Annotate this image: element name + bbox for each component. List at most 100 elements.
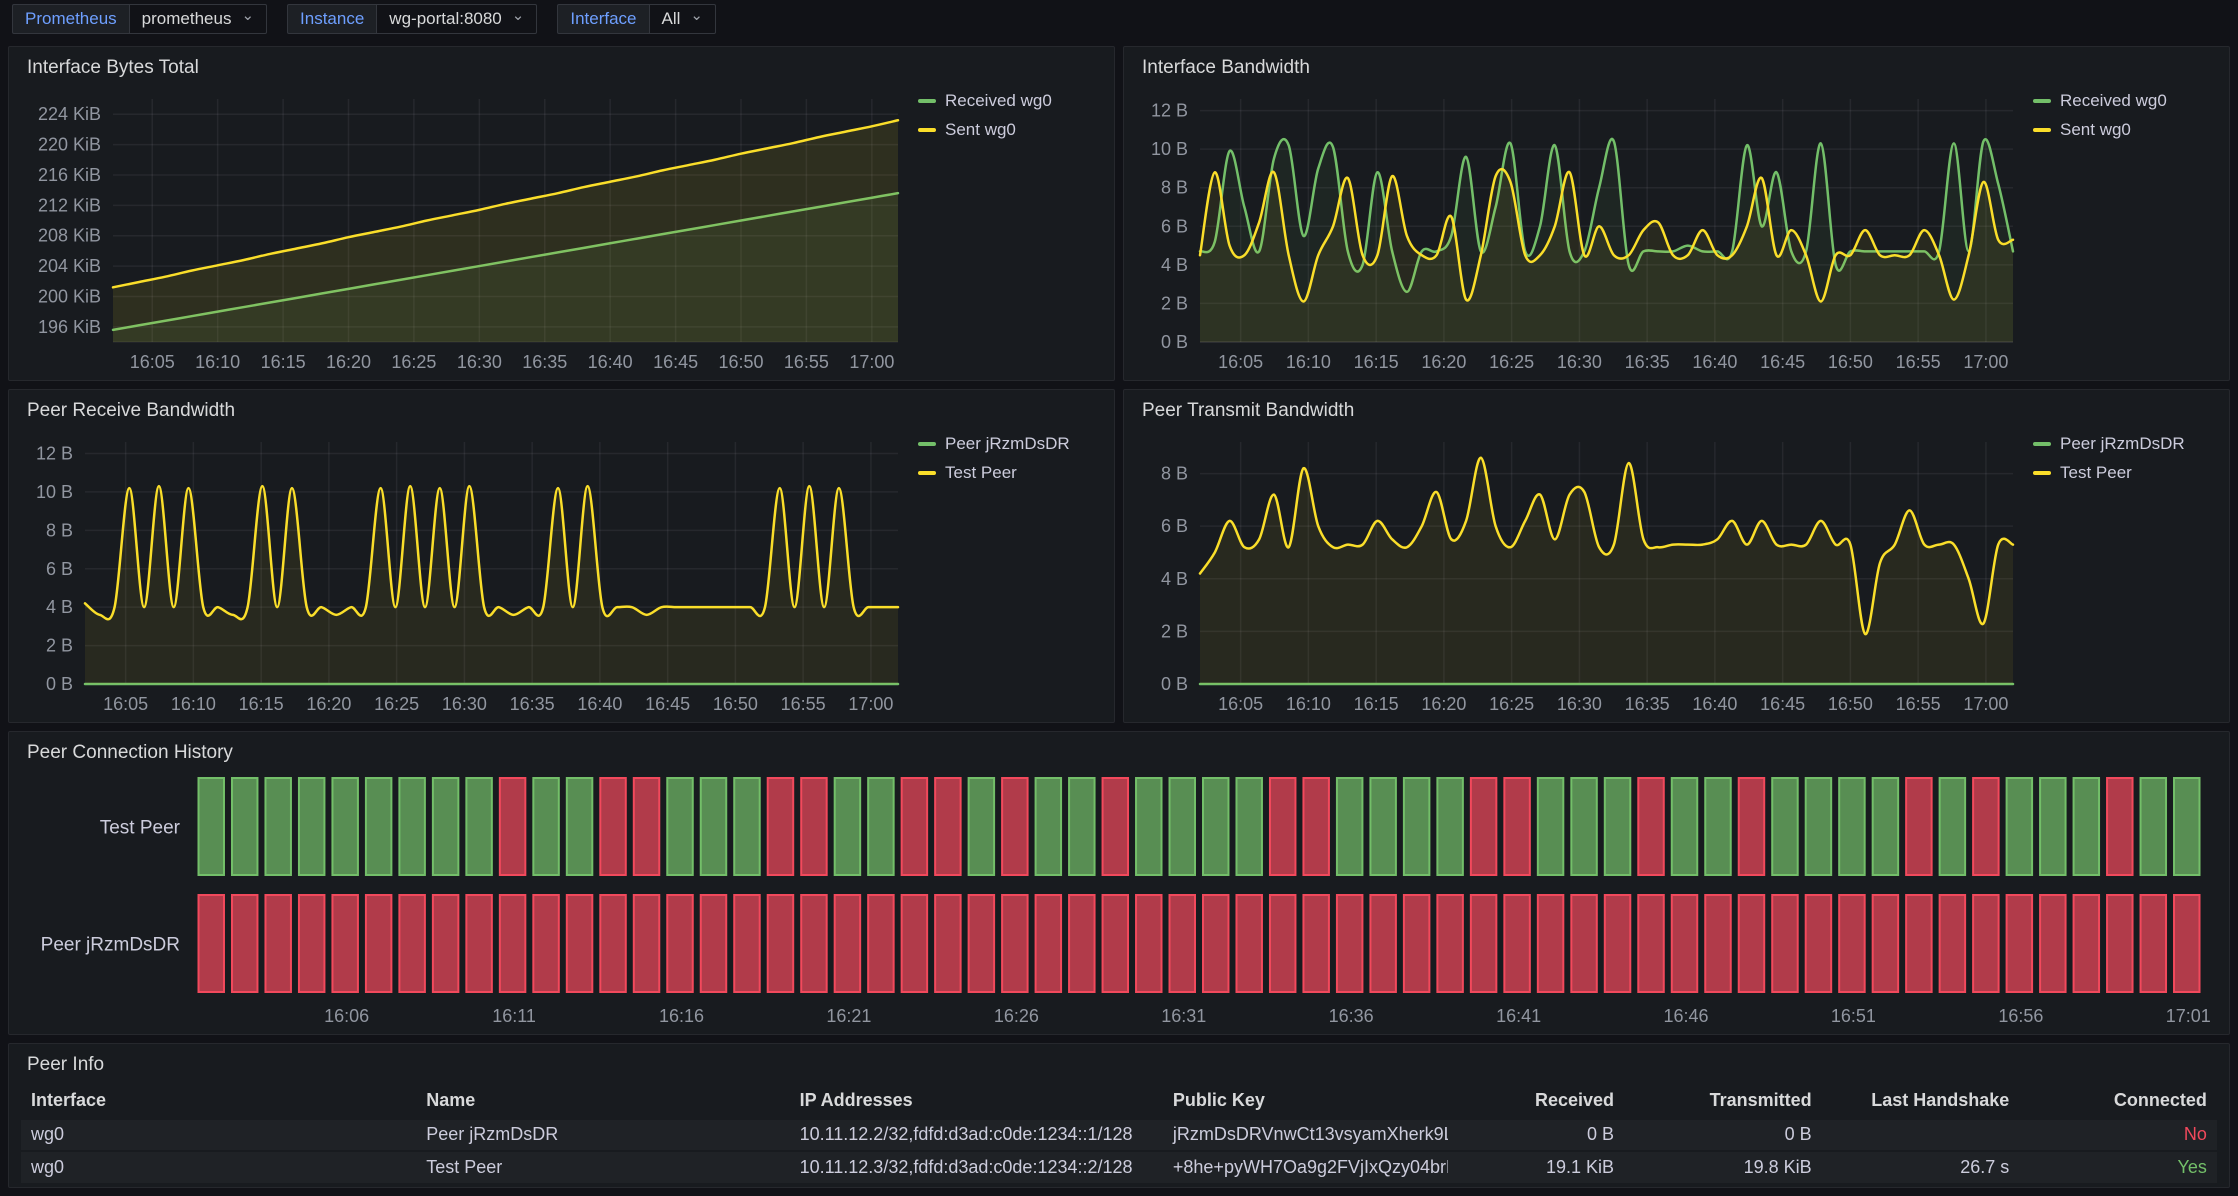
table-cell: jRzmDsDRVnwCt13vsyamXherk9L9RhR <box>1163 1120 1448 1151</box>
svg-text:16:10: 16:10 <box>1286 694 1331 714</box>
legend-swatch <box>918 442 936 446</box>
svg-text:17:00: 17:00 <box>1963 352 2008 372</box>
svg-text:16:05: 16:05 <box>1218 352 1263 372</box>
variable-value: All <box>662 9 681 29</box>
legend-label: Test Peer <box>945 463 1017 483</box>
table-cell: No <box>2019 1120 2217 1151</box>
table-cell: Yes <box>2019 1152 2217 1183</box>
panel-title[interactable]: Peer Transmit Bandwidth <box>1136 398 2217 430</box>
svg-text:4 B: 4 B <box>1161 569 1188 589</box>
svg-text:4 B: 4 B <box>46 597 73 617</box>
svg-text:16:50: 16:50 <box>713 694 758 714</box>
svg-text:16:30: 16:30 <box>1557 694 1602 714</box>
legend-item-test-peer[interactable]: Test Peer <box>918 463 1102 483</box>
panel-title[interactable]: Peer Connection History <box>21 740 2217 772</box>
table-cell: 19.1 KiB <box>1448 1152 1624 1183</box>
svg-text:16:10: 16:10 <box>1286 352 1331 372</box>
legend-item-test-peer[interactable]: Test Peer <box>2033 463 2217 483</box>
panel-title[interactable]: Interface Bytes Total <box>21 55 1102 87</box>
svg-text:16:30: 16:30 <box>457 352 502 372</box>
svg-text:16:15: 16:15 <box>1354 352 1399 372</box>
svg-text:Test Peer: Test Peer <box>100 818 181 839</box>
peer-receive-bandwidth-chart[interactable]: 0 B2 B4 B6 B8 B10 B12 B16:0516:1016:1516… <box>21 430 912 718</box>
svg-text:16:26: 16:26 <box>994 1006 1039 1026</box>
variable-select[interactable]: All⌄ <box>649 4 716 34</box>
legend-swatch <box>918 128 936 132</box>
legend-item-sent-wg0[interactable]: Sent wg0 <box>2033 120 2217 140</box>
svg-text:16:35: 16:35 <box>522 352 567 372</box>
table-cell: wg0 <box>21 1152 416 1183</box>
legend-label: Peer jRzmDsDR <box>2060 434 2185 454</box>
column-header-transmitted[interactable]: Transmitted <box>1624 1084 1822 1118</box>
column-header-last-handshake[interactable]: Last Handshake <box>1822 1084 2020 1118</box>
svg-text:8 B: 8 B <box>46 520 73 540</box>
svg-text:8 B: 8 B <box>1161 178 1188 198</box>
panel-title[interactable]: Interface Bandwidth <box>1136 55 2217 87</box>
variable-select[interactable]: prometheus⌄ <box>129 4 267 34</box>
legend-swatch <box>918 471 936 475</box>
interface-bandwidth-chart[interactable]: 0 B2 B4 B6 B8 B10 B12 B16:0516:1016:1516… <box>1136 87 2027 376</box>
legend-item-received-wg0[interactable]: Received wg0 <box>918 91 1102 111</box>
legend-item-peer-jrzmdsdr[interactable]: Peer jRzmDsDR <box>2033 434 2217 454</box>
column-header-interface[interactable]: Interface <box>21 1084 416 1118</box>
table-row: wg0Peer jRzmDsDR10.11.12.2/32,fdfd:d3ad:… <box>21 1120 2217 1151</box>
svg-text:8 B: 8 B <box>1161 464 1188 484</box>
svg-text:2 B: 2 B <box>46 636 73 656</box>
legend-label: Received wg0 <box>2060 91 2167 111</box>
svg-text:6 B: 6 B <box>1161 516 1188 536</box>
svg-text:17:01: 17:01 <box>2166 1006 2211 1026</box>
column-header-received[interactable]: Received <box>1448 1084 1624 1118</box>
peer-transmit-bandwidth-chart[interactable]: 0 B2 B4 B6 B8 B16:0516:1016:1516:2016:25… <box>1136 430 2027 718</box>
svg-text:16:31: 16:31 <box>1161 1006 1206 1026</box>
chart-legend: Peer jRzmDsDR Test Peer <box>912 430 1102 718</box>
svg-text:216 KiB: 216 KiB <box>38 165 101 185</box>
peer-connection-history-chart[interactable]: Test PeerPeer jRzmDsDR16:0616:1116:1616:… <box>21 772 2217 1030</box>
variable-select[interactable]: wg-portal:8080⌄ <box>376 4 537 34</box>
table-cell: 0 B <box>1624 1120 1822 1151</box>
column-header-ip-addresses[interactable]: IP Addresses <box>790 1084 1163 1118</box>
svg-text:2 B: 2 B <box>1161 293 1188 313</box>
svg-text:16:36: 16:36 <box>1329 1006 1374 1026</box>
panel-title[interactable]: Peer Info <box>21 1052 2217 1084</box>
column-header-connected[interactable]: Connected <box>2019 1084 2217 1118</box>
svg-text:16:50: 16:50 <box>718 352 763 372</box>
svg-text:16:15: 16:15 <box>239 694 284 714</box>
interface-bytes-total-chart[interactable]: 196 KiB200 KiB204 KiB208 KiB212 KiB216 K… <box>21 87 912 376</box>
svg-text:16:06: 16:06 <box>324 1006 369 1026</box>
column-header-public-key[interactable]: Public Key <box>1163 1084 1448 1118</box>
column-header-name[interactable]: Name <box>416 1084 789 1118</box>
legend-item-sent-wg0[interactable]: Sent wg0 <box>918 120 1102 140</box>
svg-text:16:20: 16:20 <box>1421 352 1466 372</box>
legend-label: Sent wg0 <box>2060 120 2131 140</box>
svg-text:10 B: 10 B <box>36 482 73 502</box>
variable-label: Prometheus <box>12 4 129 34</box>
table-cell: 10.11.12.3/32,fdfd:d3ad:c0de:1234::2/128 <box>790 1152 1163 1183</box>
svg-text:212 KiB: 212 KiB <box>38 195 101 215</box>
svg-text:16:45: 16:45 <box>645 694 690 714</box>
variable-label: Instance <box>287 4 376 34</box>
legend-label: Sent wg0 <box>945 120 1016 140</box>
svg-text:16:11: 16:11 <box>492 1006 536 1026</box>
svg-text:16:55: 16:55 <box>784 352 829 372</box>
panel-title[interactable]: Peer Receive Bandwidth <box>21 398 1102 430</box>
svg-text:16:10: 16:10 <box>195 352 240 372</box>
svg-text:10 B: 10 B <box>1151 139 1188 159</box>
legend-swatch <box>2033 99 2051 103</box>
svg-text:16:30: 16:30 <box>442 694 487 714</box>
svg-text:16:35: 16:35 <box>510 694 555 714</box>
svg-text:16:05: 16:05 <box>1218 694 1263 714</box>
svg-text:16:16: 16:16 <box>659 1006 704 1026</box>
table-cell: 19.8 KiB <box>1624 1152 1822 1183</box>
svg-text:16:40: 16:40 <box>577 694 622 714</box>
svg-text:16:21: 16:21 <box>826 1006 871 1026</box>
legend-item-peer-jrzmdsdr[interactable]: Peer jRzmDsDR <box>918 434 1102 454</box>
chart-legend: Received wg0 Sent wg0 <box>912 87 1102 376</box>
svg-text:16:40: 16:40 <box>1692 694 1737 714</box>
variable-prometheus: Prometheusprometheus⌄ <box>12 4 267 34</box>
svg-text:16:30: 16:30 <box>1557 352 1602 372</box>
svg-text:6 B: 6 B <box>46 559 73 579</box>
legend-item-received-wg0[interactable]: Received wg0 <box>2033 91 2217 111</box>
table-cell: 0 B <box>1448 1120 1624 1151</box>
svg-text:17:00: 17:00 <box>849 352 894 372</box>
svg-text:204 KiB: 204 KiB <box>38 256 101 276</box>
